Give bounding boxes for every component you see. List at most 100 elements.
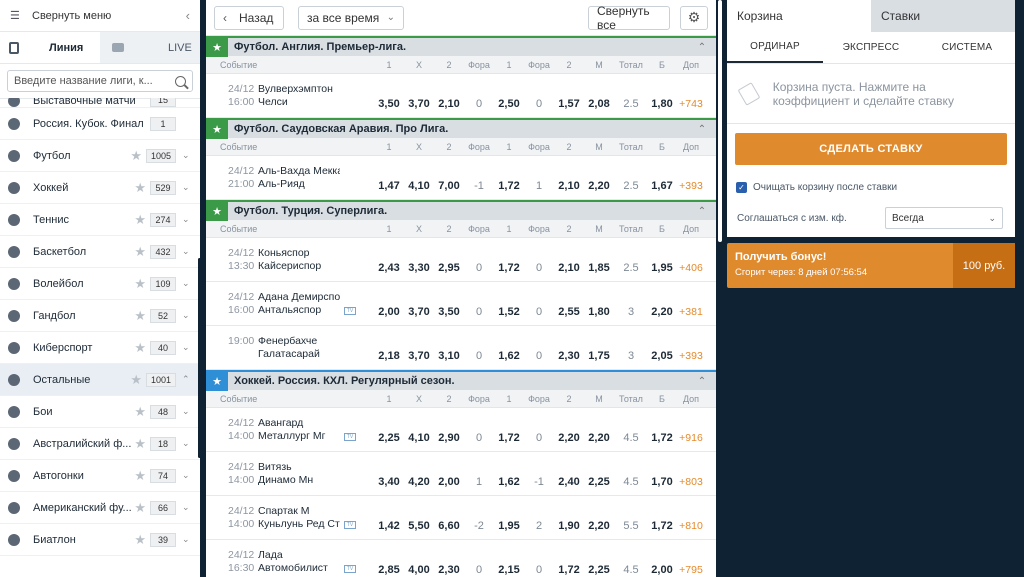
more-markets-link[interactable]: +795 — [676, 564, 706, 577]
league-header[interactable]: ★ Футбол. Англия. Премьер-лига. ⌃ — [206, 36, 716, 57]
tab-express[interactable]: ЭКСПРЕСС — [823, 32, 919, 63]
match-info[interactable]: 19:00 Фенербахче Галатасарай — [206, 335, 374, 361]
odds-cell[interactable]: 2,30 — [434, 564, 464, 577]
star-icon[interactable]: ★ — [130, 148, 142, 164]
odds-cell[interactable]: 2,00 — [648, 564, 676, 577]
odds-cell[interactable]: 2,10 — [434, 98, 464, 117]
odds-cell[interactable]: 2,20 — [584, 432, 614, 451]
league-header[interactable]: ★ Футбол. Саудовская Аравия. Про Лига. ⌃ — [206, 118, 716, 139]
tab-bets[interactable]: Ставки — [871, 0, 1015, 32]
odds-cell[interactable]: 2,25 — [584, 476, 614, 495]
star-icon[interactable]: ★ — [130, 372, 142, 388]
sidebar-item[interactable]: Американский фу... ★ 66 ⌄ — [0, 492, 200, 524]
events-scrollbar[interactable] — [718, 0, 722, 242]
odds-cell[interactable]: 2,25 — [374, 432, 404, 451]
sidebar-item[interactable]: Теннис ★ 274 ⌄ — [0, 204, 200, 236]
more-markets-link[interactable]: +393 — [676, 180, 706, 199]
odds-cell[interactable]: 2,20 — [554, 432, 584, 451]
sidebar-item[interactable]: Футбол ★ 1005 ⌄ — [0, 140, 200, 172]
star-icon[interactable]: ★ — [134, 212, 146, 228]
odds-cell[interactable]: 2,25 — [584, 564, 614, 577]
tab-system[interactable]: СИСТЕМА — [919, 32, 1015, 63]
bonus-banner[interactable]: Получить бонус! Сгорит через: 8 дней 07:… — [727, 243, 1015, 288]
odds-cell[interactable]: 3,40 — [374, 476, 404, 495]
match-info[interactable]: 24/12 16:00 Вулверхэмптон Челси — [206, 83, 374, 109]
odds-cell[interactable]: 1,72 — [648, 520, 676, 539]
sidebar-item[interactable]: Киберспорт ★ 40 ⌄ — [0, 332, 200, 364]
star-icon[interactable]: ★ — [134, 436, 146, 452]
odds-cell[interactable]: 2,40 — [554, 476, 584, 495]
odds-cell[interactable]: 2,50 — [494, 98, 524, 117]
odds-cell[interactable]: 3,50 — [374, 98, 404, 117]
star-icon[interactable]: ★ — [134, 180, 146, 196]
odds-cell[interactable]: 1,95 — [494, 520, 524, 539]
tab-line[interactable]: Линия — [0, 32, 100, 63]
back-button[interactable]: ‹ Назад — [214, 5, 284, 30]
odds-cell[interactable]: 4,20 — [404, 476, 434, 495]
odds-cell[interactable]: 1,72 — [494, 262, 524, 281]
odds-cell[interactable]: 1,72 — [554, 564, 584, 577]
odds-cell[interactable]: 1,67 — [648, 180, 676, 199]
sidebar-item[interactable]: Остальные ★ 1001 ⌃ — [0, 364, 200, 396]
odds-cell[interactable]: 2,18 — [374, 350, 404, 369]
match-info[interactable]: 24/12 14:00 Витязь Динамо Мн — [206, 461, 374, 487]
odds-cell[interactable]: 2,10 — [554, 262, 584, 281]
odds-cell[interactable]: 2,20 — [648, 306, 676, 325]
odds-cell[interactable]: 2,95 — [434, 262, 464, 281]
settings-button[interactable]: ⚙ — [680, 5, 708, 30]
star-icon[interactable]: ★ — [206, 371, 228, 391]
more-markets-link[interactable]: +810 — [676, 520, 706, 539]
odds-cell[interactable]: 2,90 — [434, 432, 464, 451]
tab-single[interactable]: ОРДИНАР — [727, 32, 823, 63]
match-info[interactable]: 24/12 14:00 Спартак М Куньлунь Ред Ста TV — [206, 505, 374, 531]
star-icon[interactable]: ★ — [134, 532, 146, 548]
more-markets-link[interactable]: +916 — [676, 432, 706, 451]
agree-odds-select[interactable]: Всегда ⌄ — [885, 207, 1003, 229]
odds-cell[interactable]: 3,70 — [404, 98, 434, 117]
odds-cell[interactable]: 1,57 — [554, 98, 584, 117]
odds-cell[interactable]: 2,55 — [554, 306, 584, 325]
odds-cell[interactable]: 4,00 — [404, 564, 434, 577]
chevron-up-icon[interactable]: ⌃ — [688, 42, 716, 53]
odds-cell[interactable]: 2,20 — [584, 520, 614, 539]
odds-cell[interactable]: 2,15 — [494, 564, 524, 577]
search-icon[interactable] — [175, 75, 186, 87]
odds-cell[interactable]: 2,43 — [374, 262, 404, 281]
odds-cell[interactable]: 2,00 — [434, 476, 464, 495]
odds-cell[interactable]: 2,08 — [584, 98, 614, 117]
odds-cell[interactable]: 2,85 — [374, 564, 404, 577]
odds-cell[interactable]: 2,10 — [554, 180, 584, 199]
league-header[interactable]: ★ Футбол. Турция. Суперлига. ⌃ — [206, 200, 716, 221]
sidebar-item[interactable]: Бои ★ 48 ⌄ — [0, 396, 200, 428]
star-icon[interactable]: ★ — [206, 119, 228, 139]
odds-cell[interactable]: 1,72 — [648, 432, 676, 451]
odds-cell[interactable]: 5,50 — [404, 520, 434, 539]
odds-cell[interactable]: 1,90 — [554, 520, 584, 539]
odds-cell[interactable]: 1,47 — [374, 180, 404, 199]
odds-cell[interactable]: 3,50 — [434, 306, 464, 325]
odds-cell[interactable]: 1,72 — [494, 432, 524, 451]
odds-cell[interactable]: 3,70 — [404, 306, 434, 325]
clear-cart-option[interactable]: ✓ Очищать корзину после ставки — [727, 178, 1015, 196]
more-markets-link[interactable]: +743 — [676, 98, 706, 117]
odds-cell[interactable]: 3,10 — [434, 350, 464, 369]
sidebar-item[interactable]: Австралийский ф... ★ 18 ⌄ — [0, 428, 200, 460]
odds-cell[interactable]: 1,70 — [648, 476, 676, 495]
odds-cell[interactable]: 1,75 — [584, 350, 614, 369]
odds-cell[interactable]: 2,05 — [648, 350, 676, 369]
star-icon[interactable]: ★ — [134, 308, 146, 324]
star-icon[interactable]: ★ — [134, 276, 146, 292]
collapse-menu-button[interactable]: ☰ Свернуть меню ‹ — [0, 0, 200, 32]
odds-cell[interactable]: 1,85 — [584, 262, 614, 281]
tab-live[interactable]: LIVE — [100, 32, 200, 63]
more-markets-link[interactable]: +381 — [676, 306, 706, 325]
odds-cell[interactable]: 2,00 — [374, 306, 404, 325]
star-icon[interactable]: ★ — [206, 201, 228, 221]
odds-cell[interactable]: 6,60 — [434, 520, 464, 539]
odds-cell[interactable]: 1,62 — [494, 476, 524, 495]
odds-cell[interactable]: 1,80 — [648, 98, 676, 117]
odds-cell[interactable]: 2,30 — [554, 350, 584, 369]
time-filter-select[interactable]: за все время ⌄ — [298, 5, 404, 30]
more-markets-link[interactable]: +803 — [676, 476, 706, 495]
star-icon[interactable]: ★ — [134, 500, 146, 516]
